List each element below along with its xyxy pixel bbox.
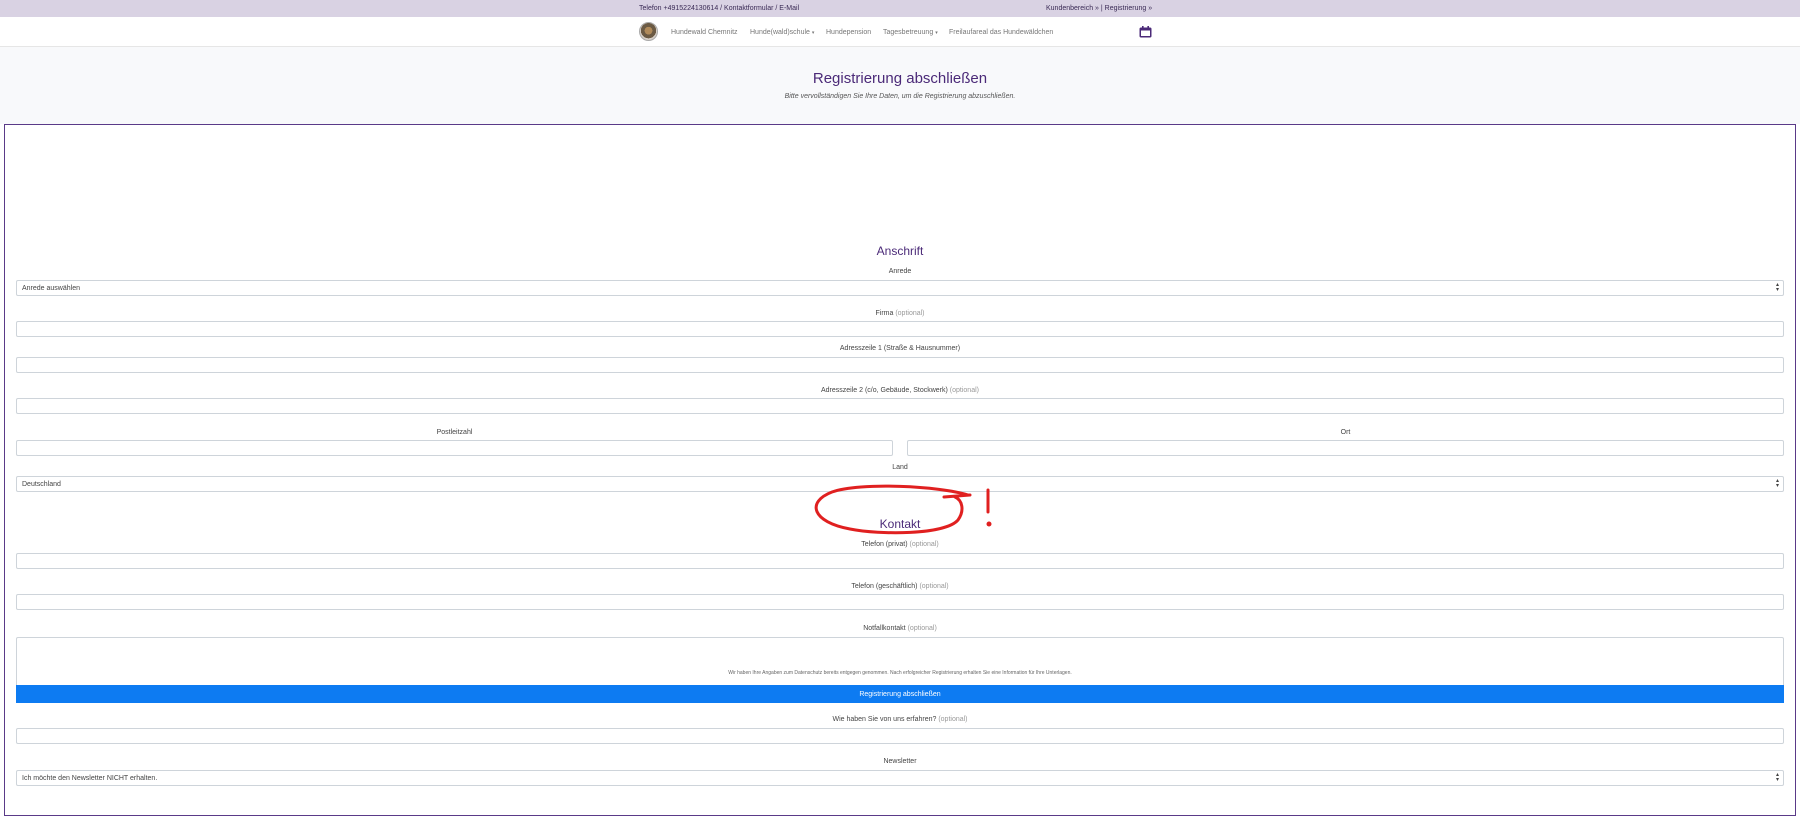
page-header: Registrierung abschließen Bitte vervolls… [0,47,1800,124]
nav-item-hundepension[interactable]: Hundepension [826,29,871,36]
label-wie-erfahren: Wie haben Sie von uns erfahren? (optiona… [832,716,968,723]
label-telefon-geschaeftlich: Telefon (geschäftlich) (optional) [851,583,949,590]
telefon-privat-input[interactable] [16,553,1784,569]
label-anrede: Anrede [888,268,912,275]
label-notfallkontakt: Notfallkontakt (optional) [863,625,937,632]
adresszeile-2-input[interactable] [16,398,1784,414]
site-logo[interactable] [639,22,658,41]
select-arrows-icon: ▴ ▾ [1775,282,1779,293]
wie-erfahren-input[interactable] [16,728,1784,744]
chevron-down-icon: ▾ [811,30,815,36]
calendar-icon[interactable] [1139,26,1152,38]
label-adresszeile-1: Adresszeile 1 (Straße & Hausnummer) [839,345,961,352]
registration-form: Anschrift Anrede Anrede auswählen ▴ ▾ Fir… [4,124,1796,816]
label-postleitzahl: Postleitzahl [436,429,473,436]
telefon-geschaeftlich-input[interactable] [16,594,1784,610]
nav-item-tagesbetreuung[interactable]: Tagesbetreuung ▾ [883,29,938,36]
label-firma: Firma (optional) [875,310,925,317]
label-telefon-privat: Telefon (privat) (optional) [861,541,939,548]
main-navigation: Hundewald Chemnitz Hunde(wald)schule ▾ Hu… [0,17,1800,47]
select-arrows-icon: ▴ ▾ [1775,478,1779,489]
page-subtitle: Bitte vervollständigen Sie Ihre Daten, u… [784,93,1016,100]
chevron-down-icon: ▾ [935,30,938,36]
select-arrows-icon: ▴ ▾ [1775,772,1779,783]
section-title-anschrift: Anschrift [876,244,924,258]
account-links[interactable]: Kundenbereich » | Registrierung » [1046,5,1152,12]
land-select[interactable]: Deutschland ▴ ▾ [16,476,1784,492]
top-contact-bar: Telefon +4915224130614 / Kontaktformular… [0,0,1800,17]
contact-links[interactable]: Telefon +4915224130614 / Kontaktformular… [639,5,799,12]
label-land: Land [892,464,908,471]
postleitzahl-input[interactable] [16,440,893,456]
label-adresszeile-2: Adresszeile 2 (c/o, Gebäude, Stockwerk) … [821,387,979,394]
adresszeile-1-input[interactable] [16,357,1784,373]
page-title: Registrierung abschließen [812,70,988,87]
label-ort: Ort [1340,429,1351,436]
newsletter-select[interactable]: Ich möchte den Newsletter NICHT erhalten… [16,770,1784,786]
nav-item-hundeschule[interactable]: Hunde(wald)schule ▾ [750,29,814,36]
label-newsletter: Newsletter [883,758,917,765]
privacy-note: Wir haben Ihre Angaben zum Datenschutz b… [728,670,1072,676]
firma-input[interactable] [16,321,1784,337]
ort-input[interactable] [907,440,1784,456]
nav-item-hundewald-chemnitz[interactable]: Hundewald Chemnitz [671,29,738,36]
submit-registration-button[interactable]: Registrierung abschließen [16,685,1784,703]
anrede-select[interactable]: Anrede auswählen ▴ ▾ [16,280,1784,296]
section-title-kontakt: Kontakt [879,517,921,531]
nav-item-freilaufareal[interactable]: Freilaufareal das Hundewäldchen [949,29,1053,36]
